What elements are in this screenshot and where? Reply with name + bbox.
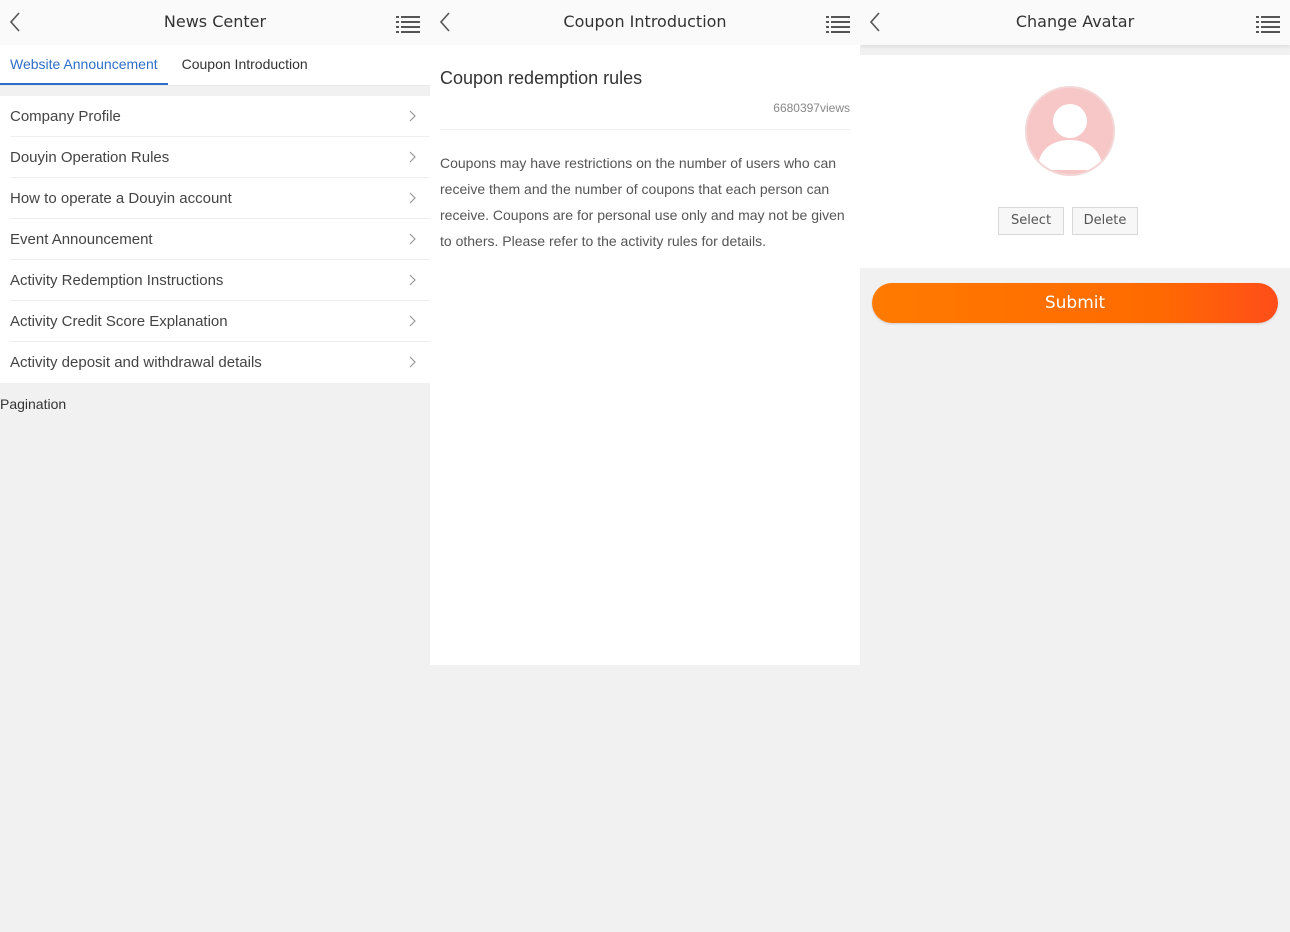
article-title: Coupon redemption rules	[440, 68, 643, 88]
change-avatar-screen: Change Avatar Select Delete Submit	[860, 0, 1290, 932]
list-item-deposit-withdrawal[interactable]: Activity deposit and withdrawal details	[0, 342, 430, 383]
list-item-event-announcement[interactable]: Event Announcement	[0, 219, 430, 260]
select-button[interactable]: Select	[998, 207, 1064, 235]
page-title: Coupon Introduction	[563, 12, 727, 31]
delete-button[interactable]: Delete	[1072, 207, 1138, 235]
chevron-right-icon	[408, 233, 416, 245]
chevron-right-icon	[408, 151, 416, 163]
list-menu-icon[interactable]	[1256, 14, 1280, 34]
list-item-redemption-instructions[interactable]: Activity Redemption Instructions	[0, 260, 430, 301]
list-item-label: Activity deposit and withdrawal details	[10, 354, 262, 371]
list-item-label: Activity Redemption Instructions	[10, 272, 224, 289]
header: Coupon Introduction	[430, 0, 860, 45]
list-menu-icon[interactable]	[826, 14, 850, 34]
article: Coupon redemption rules 6680397views Cou…	[430, 45, 860, 665]
chevron-right-icon	[408, 315, 416, 327]
chevron-right-icon	[408, 110, 416, 122]
user-placeholder-icon	[1025, 86, 1115, 176]
list-item-credit-score[interactable]: Activity Credit Score Explanation	[0, 301, 430, 342]
submit-button[interactable]: Submit	[872, 283, 1278, 323]
list-menu-icon[interactable]	[396, 14, 420, 34]
pagination[interactable]: Pagination	[0, 383, 430, 412]
page-title: Change Avatar	[1015, 12, 1135, 31]
news-center-screen: News Center Website Announcement Coupon …	[0, 0, 430, 932]
chevron-right-icon	[408, 274, 416, 286]
list-item-label: How to operate a Douyin account	[10, 190, 232, 207]
chevron-right-icon	[408, 192, 416, 204]
list-item-label: Company Profile	[10, 108, 121, 125]
tab-bar: Website Announcement Coupon Introduction	[0, 45, 430, 86]
list-item-label: Event Announcement	[10, 231, 153, 248]
header: News Center	[0, 0, 430, 45]
list-item-label: Activity Credit Score Explanation	[10, 313, 228, 330]
list-item-label: Douyin Operation Rules	[10, 149, 170, 166]
list-item-company-profile[interactable]: Company Profile	[0, 96, 430, 137]
header: Change Avatar	[860, 0, 1290, 45]
article-body: Coupons may have restrictions on the num…	[440, 155, 845, 249]
avatar-panel: Select Delete	[860, 55, 1290, 268]
tab-website-announcement[interactable]: Website Announcement	[0, 45, 168, 85]
chevron-right-icon	[408, 356, 416, 368]
list-item-douyin-operation-rules[interactable]: Douyin Operation Rules	[0, 137, 430, 178]
view-count: 6680397views	[440, 101, 850, 130]
list-item-how-to-operate[interactable]: How to operate a Douyin account	[0, 178, 430, 219]
tab-coupon-introduction[interactable]: Coupon Introduction	[172, 45, 318, 85]
coupon-introduction-screen: Coupon Introduction Coupon redemption ru…	[430, 0, 860, 932]
page-title: News Center	[163, 12, 267, 31]
announcement-list: Company Profile Douyin Operation Rules H…	[0, 96, 430, 383]
